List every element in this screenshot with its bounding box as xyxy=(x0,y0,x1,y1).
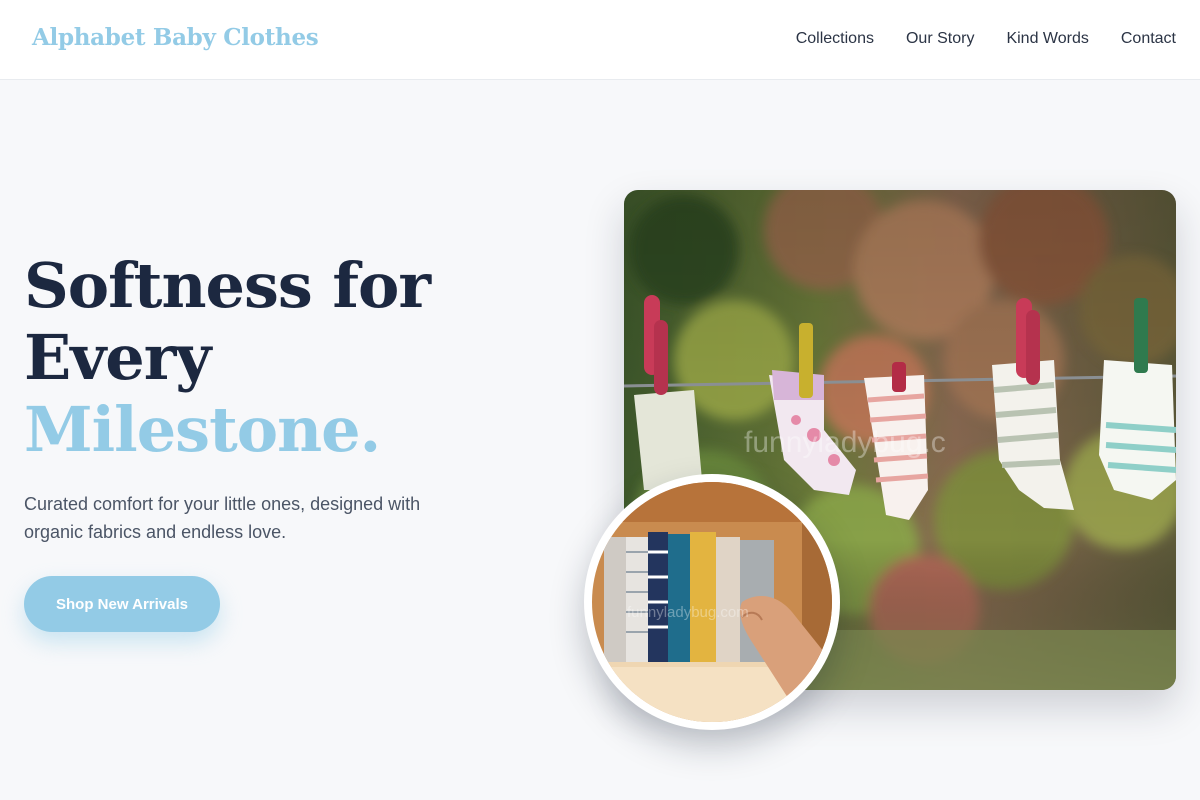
thumb-photo-drawer: funnyladybug.com xyxy=(584,474,840,730)
site-header: Alphabet Baby Clothes Collections Our St… xyxy=(0,0,1200,80)
hero-subtitle: Curated comfort for your little ones, de… xyxy=(24,494,421,542)
brand-logo[interactable]: Alphabet Baby Clothes xyxy=(32,24,319,51)
headline-line-1: Softness for xyxy=(24,249,431,322)
thumb-photo-watermark: funnyladybug.com xyxy=(627,604,749,621)
headline-accent: Milestone. xyxy=(24,393,381,466)
hero-headline: Softness for Every Milestone. xyxy=(24,249,431,466)
headline-line-2: Every xyxy=(24,321,211,394)
nav-kind-words[interactable]: Kind Words xyxy=(1006,30,1088,48)
nav-collections[interactable]: Collections xyxy=(796,30,874,48)
main-photo-watermark: funnyladybug.c xyxy=(744,426,946,459)
nav-contact[interactable]: Contact xyxy=(1121,30,1176,48)
nav-our-story[interactable]: Our Story xyxy=(906,30,974,48)
shop-new-arrivals-button[interactable]: Shop New Arrivals xyxy=(24,576,220,632)
main-nav: Collections Our Story Kind Words Contact xyxy=(796,30,1176,48)
